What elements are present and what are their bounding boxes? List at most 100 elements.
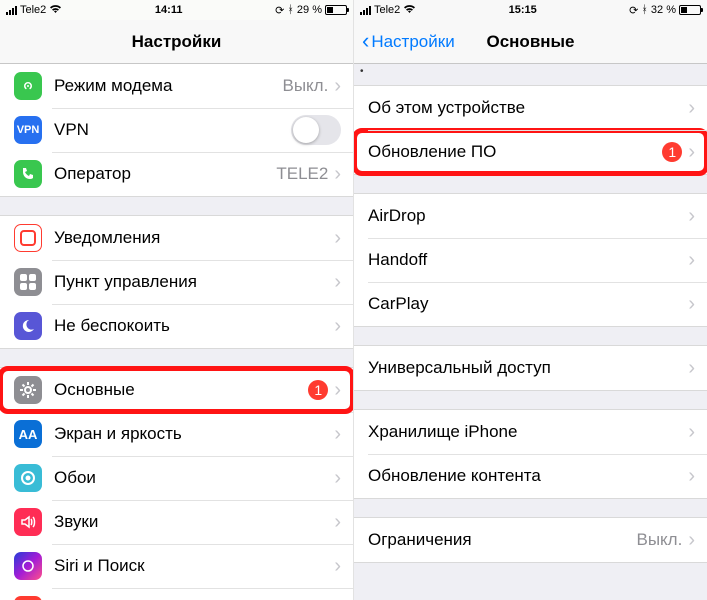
chevron-right-icon: › xyxy=(334,555,341,578)
battery-icon xyxy=(679,5,701,15)
connectivity-group: Режим модема Выкл. › VPN VPN Оператор TE… xyxy=(0,64,353,197)
row-do-not-disturb[interactable]: Не беспокоить › xyxy=(0,304,353,348)
control-center-icon xyxy=(14,268,42,296)
row-label: Хранилище iPhone xyxy=(368,422,688,442)
back-label: Настройки xyxy=(371,32,454,52)
row-value: Выкл. xyxy=(636,530,682,550)
accessibility-group: Универсальный доступ › xyxy=(354,345,707,391)
hotspot-icon xyxy=(14,72,42,100)
status-bar: Tele2 14:11 ⟳ ᚼ 29 % xyxy=(0,0,353,20)
chevron-right-icon: › xyxy=(688,205,695,228)
chevron-right-icon: › xyxy=(334,315,341,338)
status-time: 15:15 xyxy=(416,4,629,16)
chevron-right-icon: › xyxy=(334,423,341,446)
row-sounds[interactable]: Звуки › xyxy=(0,500,353,544)
row-storage[interactable]: Хранилище iPhone › xyxy=(354,410,707,454)
chevron-right-icon: › xyxy=(334,271,341,294)
row-background-refresh[interactable]: Обновление контента › xyxy=(354,454,707,498)
row-accessibility[interactable]: Универсальный доступ › xyxy=(354,346,707,390)
row-label: Об этом устройстве xyxy=(368,98,688,118)
row-about[interactable]: Об этом устройстве › xyxy=(354,86,707,130)
row-siri-search[interactable]: Siri и Поиск › xyxy=(0,544,353,588)
row-label: Обновление контента xyxy=(368,466,688,486)
row-label: Звуки xyxy=(54,512,334,532)
chevron-right-icon: › xyxy=(334,227,341,250)
bluetooth-icon: ᚼ xyxy=(641,4,648,16)
back-button[interactable]: ‹ Настройки xyxy=(354,32,463,52)
chevron-right-icon: › xyxy=(334,511,341,534)
chevron-right-icon: › xyxy=(334,379,341,402)
row-label: Экран и яркость xyxy=(54,424,334,444)
battery-pct: 32 % xyxy=(651,4,676,16)
row-label: Уведомления xyxy=(54,228,334,248)
restrictions-group: Ограничения Выкл. › xyxy=(354,517,707,563)
row-touch-id[interactable]: Touch ID и код-пароль › xyxy=(0,588,353,600)
display-icon: AA xyxy=(14,420,42,448)
general-screen: Tele2 15:15 ⟳ ᚼ 32 % ‹ Настройки Основны… xyxy=(354,0,707,600)
chevron-right-icon: › xyxy=(688,421,695,444)
row-value: TELE2 xyxy=(276,164,328,184)
chevron-right-icon: › xyxy=(688,465,695,488)
row-label: VPN xyxy=(54,120,291,140)
chevron-right-icon: › xyxy=(334,163,341,186)
chevron-right-icon: › xyxy=(688,141,695,164)
row-handoff[interactable]: Handoff › xyxy=(354,238,707,282)
row-carrier[interactable]: Оператор TELE2 › xyxy=(0,152,353,196)
chevron-right-icon: › xyxy=(688,529,695,552)
row-label: Обновление ПО xyxy=(368,142,662,162)
row-control-center[interactable]: Пункт управления › xyxy=(0,260,353,304)
row-label: Handoff xyxy=(368,250,688,270)
row-label: Siri и Поиск xyxy=(54,556,334,576)
siri-icon xyxy=(14,552,42,580)
row-wallpaper[interactable]: Обои › xyxy=(0,456,353,500)
notifications-group: Уведомления › Пункт управления › Не бесп… xyxy=(0,215,353,349)
moon-icon xyxy=(14,312,42,340)
wifi-icon xyxy=(403,3,416,17)
status-bar: Tele2 15:15 ⟳ ᚼ 32 % xyxy=(354,0,707,20)
chevron-right-icon: › xyxy=(334,75,341,98)
battery-icon xyxy=(325,5,347,15)
row-restrictions[interactable]: Ограничения Выкл. › xyxy=(354,518,707,562)
chevron-right-icon: › xyxy=(334,467,341,490)
row-vpn[interactable]: VPN VPN xyxy=(0,108,353,152)
row-label: Не беспокоить xyxy=(54,316,334,336)
chevron-left-icon: ‹ xyxy=(362,30,369,52)
navbar-title: Настройки xyxy=(0,32,353,52)
device-group: Основные 1 › AA Экран и яркость › Обои ›… xyxy=(0,367,353,600)
continuity-group: AirDrop › Handoff › CarPlay › xyxy=(354,193,707,327)
row-value: Выкл. xyxy=(282,76,328,96)
ellipsis-indicator: • xyxy=(354,64,707,79)
badge: 1 xyxy=(308,380,328,400)
row-software-update[interactable]: Обновление ПО 1 › xyxy=(354,130,707,174)
storage-group: Хранилище iPhone › Обновление контента › xyxy=(354,409,707,499)
sound-icon xyxy=(14,508,42,536)
chevron-right-icon: › xyxy=(688,249,695,272)
notifications-icon xyxy=(14,224,42,252)
chevron-right-icon: › xyxy=(688,357,695,380)
orientation-lock-icon: ⟳ xyxy=(629,4,638,17)
navbar: Настройки xyxy=(0,20,353,64)
about-group: Об этом устройстве › Обновление ПО 1 › xyxy=(354,85,707,175)
wifi-icon xyxy=(49,3,62,17)
row-label: Пункт управления xyxy=(54,272,334,292)
row-personal-hotspot[interactable]: Режим модема Выкл. › xyxy=(0,64,353,108)
carrier-name: Tele2 xyxy=(374,4,400,16)
row-label: Основные xyxy=(54,380,308,400)
row-label: Ограничения xyxy=(368,530,636,550)
carrier-name: Tele2 xyxy=(20,4,46,16)
phone-icon xyxy=(14,160,42,188)
row-carplay[interactable]: CarPlay › xyxy=(354,282,707,326)
row-label: AirDrop xyxy=(368,206,688,226)
vpn-switch[interactable] xyxy=(291,115,341,145)
row-display-brightness[interactable]: AA Экран и яркость › xyxy=(0,412,353,456)
badge: 1 xyxy=(662,142,682,162)
row-general[interactable]: Основные 1 › xyxy=(0,368,353,412)
status-time: 14:11 xyxy=(62,4,275,16)
row-label: Оператор xyxy=(54,164,276,184)
row-airdrop[interactable]: AirDrop › xyxy=(354,194,707,238)
fingerprint-icon xyxy=(14,596,42,600)
gear-icon xyxy=(14,376,42,404)
row-label: Универсальный доступ xyxy=(368,358,688,378)
row-notifications[interactable]: Уведомления › xyxy=(0,216,353,260)
settings-screen: Tele2 14:11 ⟳ ᚼ 29 % Настройки Режим мод… xyxy=(0,0,354,600)
